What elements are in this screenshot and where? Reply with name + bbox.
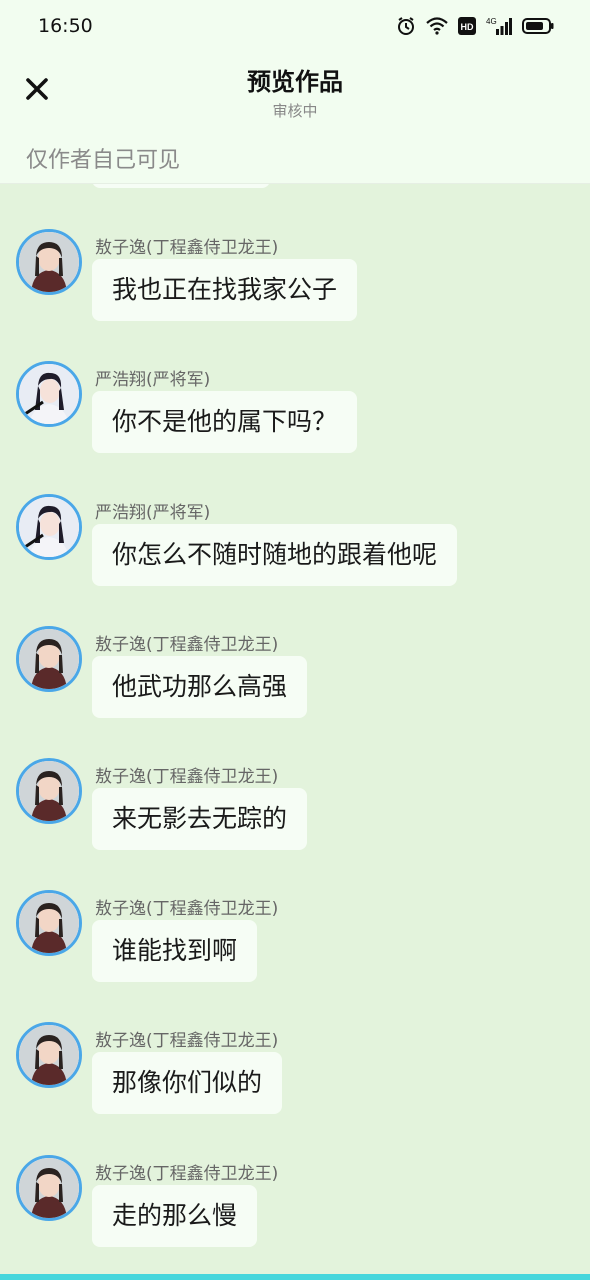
chat-message: 敖子逸(丁程鑫侍卫龙王) 谁能找到啊	[0, 890, 590, 990]
chat-list[interactable]: 敖子逸(丁程鑫侍卫龙王) 我也正在找我家公子 严浩翔(严将军) 你不是他的属下吗…	[0, 184, 590, 1274]
message-bubble[interactable]: 谁能找到啊	[92, 920, 258, 982]
status-icons: HD 4G	[396, 16, 554, 36]
sender-name: 敖子逸(丁程鑫侍卫龙王)	[95, 767, 279, 787]
chat-message: 敖子逸(丁程鑫侍卫龙王) 我也正在找我家公子	[0, 229, 590, 329]
status-bar: 16:50 HD 4G	[0, 0, 590, 52]
message-bubble[interactable]: 走的那么慢	[92, 1185, 258, 1247]
chat-message: 严浩翔(严将军) 你不是他的属下吗？	[0, 361, 590, 461]
sender-name: 敖子逸(丁程鑫侍卫龙王)	[95, 238, 279, 258]
status-time: 16:50	[38, 15, 93, 37]
chat-message: 敖子逸(丁程鑫侍卫龙王) 走的那么慢	[0, 1155, 590, 1255]
message-bubble[interactable]: 我也正在找我家公子	[92, 259, 358, 321]
sender-name: 敖子逸(丁程鑫侍卫龙王)	[95, 1164, 279, 1184]
message-bubble[interactable]: 他武功那么高强	[92, 656, 308, 718]
wifi-icon	[426, 17, 448, 35]
sender-name: 敖子逸(丁程鑫侍卫龙王)	[95, 1031, 279, 1051]
svg-text:4G: 4G	[486, 17, 497, 26]
svg-text:HD: HD	[461, 22, 474, 32]
previous-bubble-edge	[92, 184, 270, 188]
message-bubble[interactable]: 那像你们似的	[92, 1052, 283, 1114]
avatar[interactable]	[16, 758, 82, 824]
hd-icon: HD	[458, 17, 476, 35]
sender-name: 严浩翔(严将军)	[95, 503, 211, 523]
bottom-accent-bar	[0, 1274, 590, 1280]
chat-message: 敖子逸(丁程鑫侍卫龙王) 他武功那么高强	[0, 626, 590, 726]
chat-message: 敖子逸(丁程鑫侍卫龙王) 来无影去无踪的	[0, 758, 590, 858]
avatar[interactable]	[16, 494, 82, 560]
avatar[interactable]	[16, 1022, 82, 1088]
alarm-icon	[396, 16, 416, 36]
signal-4g-icon: 4G	[486, 16, 512, 36]
sender-name: 敖子逸(丁程鑫侍卫龙王)	[95, 635, 279, 655]
avatar[interactable]	[16, 1155, 82, 1221]
message-bubble[interactable]: 来无影去无踪的	[92, 788, 308, 850]
battery-icon	[522, 17, 554, 35]
chat-message: 敖子逸(丁程鑫侍卫龙王) 那像你们似的	[0, 1022, 590, 1122]
page-title: 预览作品	[247, 68, 343, 96]
visibility-note: 仅作者自己可见	[26, 148, 181, 173]
review-status: 审核中	[272, 102, 318, 120]
avatar[interactable]	[16, 361, 82, 427]
message-bubble[interactable]: 你不是他的属下吗？	[92, 391, 358, 453]
avatar[interactable]	[16, 890, 82, 956]
avatar[interactable]	[16, 229, 82, 295]
sender-name: 敖子逸(丁程鑫侍卫龙王)	[95, 899, 279, 919]
sender-name: 严浩翔(严将军)	[95, 370, 211, 390]
avatar[interactable]	[16, 626, 82, 692]
chat-message: 严浩翔(严将军) 你怎么不随时随地的跟着他呢	[0, 494, 590, 594]
header: 预览作品 审核中 仅作者自己可见	[0, 52, 590, 184]
message-bubble[interactable]: 你怎么不随时随地的跟着他呢	[92, 524, 458, 586]
